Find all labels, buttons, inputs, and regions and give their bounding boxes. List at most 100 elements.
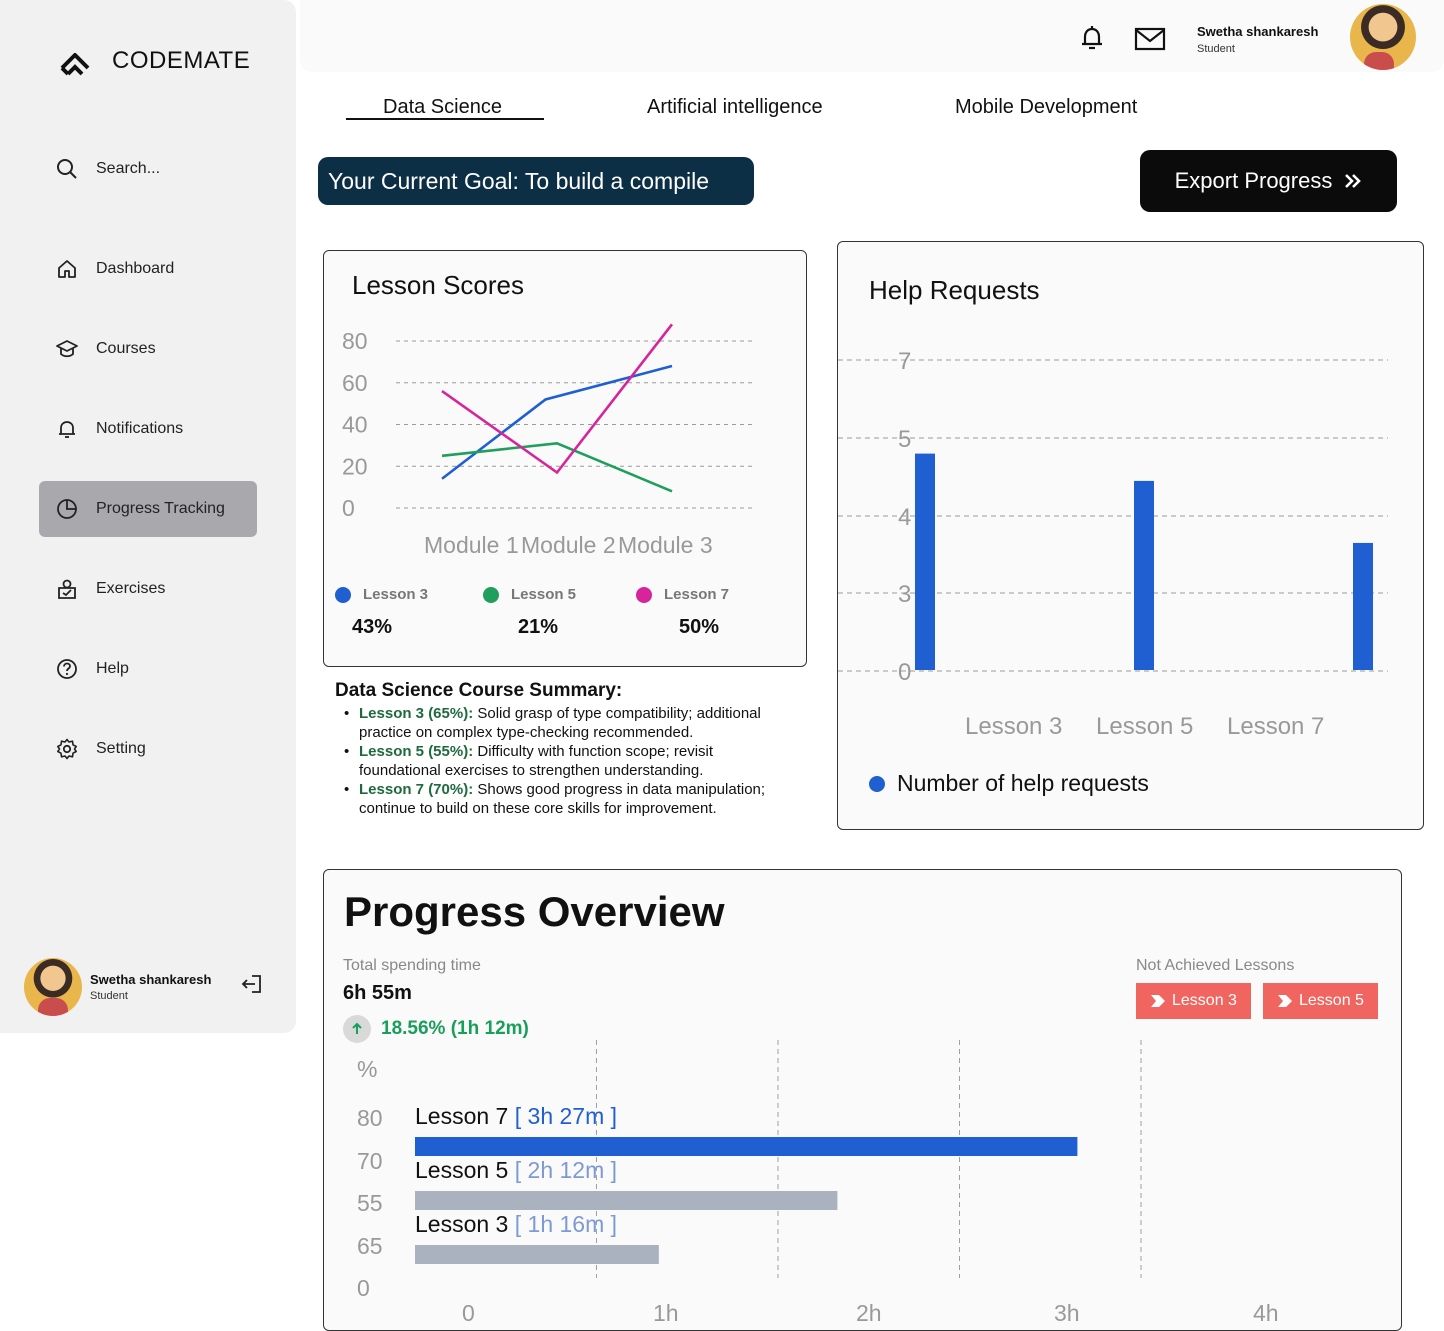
y-tick-label: % [357, 1056, 377, 1082]
avatar[interactable] [1350, 4, 1416, 70]
help-requests-title: Help Requests [869, 275, 1040, 305]
y-tick-label: 7 [898, 348, 911, 375]
delta-value: 18.56% (1h 12m) [381, 1018, 529, 1039]
legend-lesson-3: Lesson 3 [335, 586, 428, 603]
active-tab-underline [346, 118, 544, 120]
bar-label: Lesson 3 [ 1h 16m ] [415, 1211, 617, 1237]
y-tick-label: 40 [342, 412, 368, 438]
bar-label: Lesson 5 [ 2h 12m ] [415, 1157, 617, 1183]
y-tick-label: 60 [342, 370, 368, 396]
x-tick-label: Module 2 [521, 532, 616, 558]
sidebar-item-progress-tracking[interactable]: Progress Tracking [39, 481, 257, 537]
x-tick-label: Module 1 [424, 532, 519, 558]
bar-lesson-5 [1134, 480, 1154, 670]
not-achieved-label: Not Achieved Lessons [1136, 957, 1295, 974]
y-tick-label: 0 [357, 1275, 370, 1301]
export-label: Export Progress [1174, 168, 1333, 193]
spending-delta: 18.56% (1h 12m) [343, 1015, 529, 1043]
bar-lesson-3 [915, 453, 935, 670]
not-achieved-lesson-3-badge[interactable]: Lesson 3 [1136, 983, 1251, 1019]
sidebar-item-dashboard[interactable]: Dashboard [39, 241, 257, 297]
bar-duration: [ 3h 27m ] [515, 1103, 617, 1129]
sidebar-item-courses[interactable]: Courses [39, 321, 257, 377]
user-name: Swetha shankaresh [90, 972, 212, 987]
sidebar-item-exercises[interactable]: Exercises [39, 561, 257, 617]
x-tick-label: 3h [1054, 1300, 1080, 1326]
y-tick-label: 3 [898, 581, 911, 608]
bell-icon[interactable] [1078, 24, 1106, 52]
tab-mobile-development[interactable]: Mobile Development [955, 96, 1137, 119]
sidebar-item-notifications[interactable]: Notifications [39, 401, 257, 457]
sidebar-item-label: Progress Tracking [96, 500, 225, 517]
bar-duration: [ 1h 16m ] [515, 1211, 617, 1237]
tag-arrow-icon [1278, 995, 1292, 1007]
total-spending-label: Total spending time [343, 957, 481, 974]
legend-dot [869, 775, 885, 792]
bar-label: Lesson 7 [ 3h 27m ] [415, 1103, 617, 1129]
tag-arrow-icon [1151, 995, 1165, 1007]
x-tick-label: 1h [653, 1300, 679, 1326]
brand-name: CODEMATE [112, 47, 251, 74]
legend-dot [636, 586, 652, 603]
y-tick-label: 55 [357, 1190, 383, 1216]
pie-chart-icon [57, 499, 77, 519]
bar-duration: [ 2h 12m ] [515, 1157, 617, 1183]
y-tick-label: 70 [357, 1148, 383, 1174]
avatar [24, 958, 82, 1016]
y-tick-label: 4 [898, 504, 911, 531]
help-requests-legend: Number of help requests [869, 770, 1149, 797]
y-tick-label: 65 [357, 1233, 383, 1259]
lesson-scores-title: Lesson Scores [352, 270, 524, 300]
legend-label: Number of help requests [897, 770, 1149, 796]
legend-label: Lesson 7 [664, 586, 730, 603]
sidebar: CODEMATE Search... Dashboard Courses Not… [0, 0, 296, 1033]
legend-dot [335, 586, 351, 603]
help-requests-chart: 0 3 4 5 7 Lesson 3 Lesson 5 Lesson 7 [838, 348, 1388, 740]
brand[interactable]: CODEMATE [58, 44, 250, 78]
bar-lesson-5 [415, 1191, 838, 1210]
x-tick-label: Module 3 [618, 532, 713, 558]
lesson-3-percent: 43% [352, 616, 393, 638]
series-line-lesson-7 [441, 323, 674, 475]
summary-title: Data Science Course Summary: [335, 680, 623, 701]
legend-label: Lesson 5 [511, 586, 577, 603]
not-achieved-lesson-5-badge[interactable]: Lesson 5 [1263, 983, 1378, 1019]
sidebar-item-label: Dashboard [96, 260, 175, 277]
y-tick-label: 0 [898, 659, 911, 686]
total-spending-value: 6h 55m [343, 982, 412, 1004]
tab-data-science[interactable]: Data Science [383, 96, 502, 119]
time-spent-chart: % 80 70 55 65 0 0 1h 2h 3h 4h Lesson 7 [ 3h 27m ] Le… [357, 1040, 1279, 1326]
mail-icon[interactable] [1134, 26, 1166, 52]
bar-lesson-7 [415, 1137, 1078, 1156]
x-tick-label: 2h [856, 1300, 882, 1326]
tab-artificial-intelligence[interactable]: Artificial intelligence [647, 96, 823, 119]
bar-lesson-3 [415, 1245, 659, 1264]
lesson-5-percent: 21% [518, 616, 559, 638]
current-goal-banner: Your Current Goal: To build a compile [318, 157, 754, 205]
sidebar-item-setting[interactable]: Setting [39, 721, 257, 777]
user-role: Student [90, 990, 128, 1002]
user-name: Swetha shankaresh [1197, 24, 1319, 39]
export-progress-button[interactable]: Export Progress [1140, 150, 1397, 212]
search-input[interactable]: Search... [56, 158, 160, 180]
logout-icon[interactable] [240, 972, 264, 996]
y-tick-label: 80 [342, 328, 368, 354]
arrow-up-icon [343, 1015, 371, 1043]
sidebar-profile[interactable]: Swetha shankaresh Student [24, 958, 211, 1016]
y-tick-label: 80 [357, 1105, 383, 1131]
user-role: Student [1197, 43, 1235, 55]
sidebar-item-help[interactable]: Help [39, 641, 257, 697]
lesson-7-percent: 50% [679, 616, 720, 638]
help-icon [57, 659, 77, 679]
search-placeholder: Search... [96, 160, 161, 177]
x-tick-label: Lesson 7 [1227, 713, 1324, 740]
gear-icon [57, 738, 77, 760]
legend-lesson-5: Lesson 5 [483, 586, 576, 603]
bell-icon [59, 421, 75, 438]
badge-label: Lesson 3 [1172, 992, 1237, 1009]
topbar-user[interactable]: Swetha shankaresh Student [1197, 24, 1318, 55]
progress-overview-title: Progress Overview [344, 888, 725, 935]
sidebar-item-label: Exercises [96, 580, 166, 597]
lesson-scores-chart: 0 20 40 60 80 Module 1 Module 2 Module 3 [342, 323, 752, 558]
x-tick-label: Lesson 3 [965, 713, 1062, 740]
